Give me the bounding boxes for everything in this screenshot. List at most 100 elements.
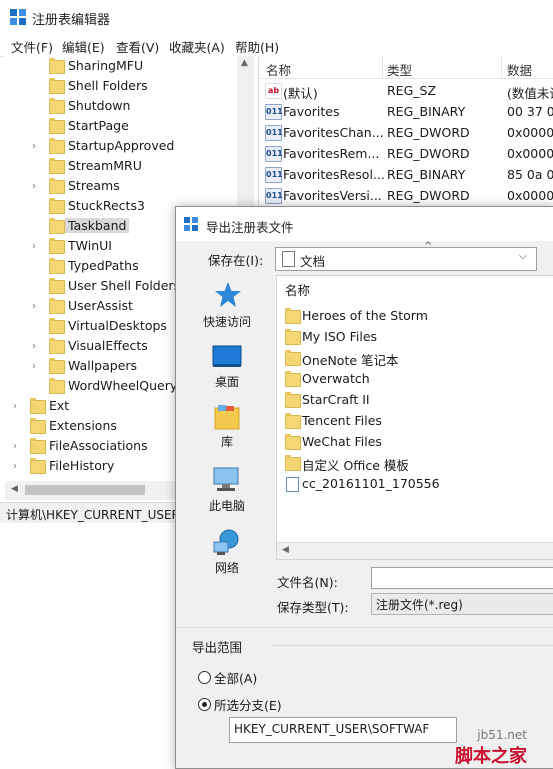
place-desktop[interactable]: 桌面 (192, 343, 262, 393)
value-type: REG_DWORD (387, 188, 470, 203)
value-name: FavoritesVersi... (283, 188, 382, 203)
folder-icon (49, 298, 65, 314)
tree-item[interactable]: › StartupApproved (5, 137, 237, 157)
value-row[interactable]: ab(默认) REG_SZ (数值未设 (260, 80, 553, 101)
tree-item-label: TypedPaths (68, 258, 139, 273)
file-list-item[interactable]: StarCraft II (285, 390, 545, 411)
tree-item-label: VisualEffects (68, 338, 148, 353)
column-data[interactable]: 数据 (507, 60, 532, 79)
folder-icon (285, 329, 301, 345)
file-list-item[interactable]: cc_20161101_170556 (285, 474, 545, 495)
tree-item[interactable]: StartPage (5, 117, 237, 137)
menu-favorites[interactable]: 收藏夹(A) (169, 37, 225, 56)
column-type[interactable]: 类型 (387, 60, 412, 79)
export-registry-dialog: 导出注册表文件 保存在(I): 文档 ⌵ ^ 快速访问 桌面 库 此电脑 网络 … (175, 206, 553, 769)
value-row[interactable]: 011FavoritesChan...REG_DWORD 0x00000 (260, 122, 553, 143)
folder-icon (49, 58, 65, 74)
tree-item[interactable]: StreamMRU (5, 157, 237, 177)
expand-chevron-icon[interactable]: › (29, 361, 39, 372)
file-list-item[interactable]: Overwatch (285, 369, 545, 390)
value-type: REG_DWORD (387, 146, 470, 161)
file-list-item[interactable]: OneNote 笔记本 (285, 348, 545, 369)
filetype-dropdown[interactable]: 注册文件(*.reg) (371, 593, 553, 615)
scroll-left-icon[interactable]: ◀ (282, 545, 289, 555)
expand-chevron-icon[interactable]: › (29, 181, 39, 192)
tree-item-label: StreamMRU (68, 158, 142, 173)
file-name: cc_20161101_170556 (302, 476, 440, 491)
place-label: 网络 (214, 561, 239, 575)
value-name: FavoritesResol... (283, 167, 385, 182)
radio-selected-branch[interactable] (198, 698, 211, 711)
file-name: StarCraft II (302, 392, 370, 407)
place-this-pc[interactable]: 此电脑 (192, 465, 262, 515)
scroll-left-icon[interactable]: ◀ (11, 484, 18, 494)
binary-value-icon: 011 (265, 188, 283, 204)
expand-chevron-icon[interactable]: › (10, 461, 20, 472)
radio-selected-branch-label[interactable]: 所选分支(E) (214, 695, 282, 714)
library-icon (214, 405, 240, 430)
folder-icon (49, 338, 65, 354)
value-row[interactable]: 011FavoritesRem... REG_DWORD 0x00000 (260, 143, 553, 164)
binary-value-icon: 011 (265, 146, 283, 162)
expand-chevron-icon[interactable]: › (10, 441, 20, 452)
watermark-site: jb51.net (477, 728, 527, 742)
file-list-item[interactable]: My ISO Files (285, 327, 545, 348)
scroll-up-icon[interactable]: ▲ (241, 58, 248, 68)
file-list[interactable]: 名称 Heroes of the Storm My ISO Files OneNot… (276, 275, 553, 560)
expand-chevron-icon[interactable]: › (29, 341, 39, 352)
network-icon (213, 529, 239, 555)
folder-icon (49, 318, 65, 334)
file-list-item[interactable]: Heroes of the Storm (285, 306, 545, 327)
value-row[interactable]: 011FavoritesVersi... REG_DWORD 0x00000 (260, 185, 553, 206)
tree-item-label: TWinUI (68, 238, 112, 253)
place-library[interactable]: 库 (192, 403, 262, 453)
save-in-value: 文档 (300, 254, 326, 269)
tree-item[interactable]: SharingMFU (5, 57, 237, 77)
radio-all-label[interactable]: 全部(A) (214, 668, 257, 687)
tree-item-label: StartPage (68, 118, 129, 133)
divider (176, 627, 553, 628)
desktop-icon (212, 345, 242, 367)
tree-item-label: User Shell Folders (68, 278, 181, 293)
menu-help[interactable]: 帮助(H) (235, 37, 279, 56)
tree-item[interactable]: Shell Folders (5, 77, 237, 97)
expand-chevron-icon[interactable]: › (29, 241, 39, 252)
place-network[interactable]: 网络 (192, 527, 262, 577)
scroll-thumb[interactable] (25, 485, 145, 495)
column-name[interactable]: 名称 (285, 280, 310, 299)
value-data: 85 0a 00 (507, 167, 553, 182)
menu-view[interactable]: 查看(V) (116, 37, 159, 56)
reg-file-icon (286, 477, 299, 492)
menu-file[interactable]: 文件(F) (11, 37, 53, 56)
value-row[interactable]: 011FavoritesResol...REG_BINARY 85 0a 00 (260, 164, 553, 185)
filetype-label: 保存类型(T): (277, 600, 349, 615)
site-watermark: jb51.net 脚本之家 (455, 728, 527, 768)
save-in-dropdown[interactable]: 文档 ⌵ (275, 247, 537, 271)
folder-icon (49, 238, 65, 254)
filename-input[interactable] (371, 567, 553, 589)
expand-chevron-icon[interactable]: › (29, 301, 39, 312)
place-label: 此电脑 (208, 499, 245, 513)
file-list-item[interactable]: Tencent Files (285, 411, 545, 432)
file-list-horizontal-scrollbar[interactable]: ◀ (277, 542, 553, 559)
place-quick-access[interactable]: 快速访问 (192, 281, 262, 337)
chevron-down-icon: ⌵ (519, 251, 527, 262)
menu-edit[interactable]: 编辑(E) (62, 37, 105, 56)
expand-chevron-icon[interactable]: › (10, 401, 20, 412)
filetype-value: 注册文件(*.reg) (376, 598, 463, 612)
tree-item[interactable]: Shutdown (5, 97, 237, 117)
file-list-item[interactable]: 自定义 Office 模板 (285, 453, 545, 474)
value-row[interactable]: 011Favorites REG_BINARY 00 37 0a (260, 101, 553, 122)
file-name: 自定义 Office 模板 (302, 458, 409, 473)
selected-branch-input[interactable]: HKEY_CURRENT_USER\SOFTWAF (229, 717, 457, 743)
column-name[interactable]: 名称 (266, 60, 291, 79)
filename-label: 文件名(N): (277, 575, 338, 590)
tree-item-label: SharingMFU (68, 58, 144, 73)
branch-value: HKEY_CURRENT_USER\SOFTWAF (234, 722, 430, 736)
expand-chevron-icon[interactable]: › (29, 141, 39, 152)
radio-all[interactable] (198, 671, 211, 684)
tree-item[interactable]: › Streams (5, 177, 237, 197)
value-type: REG_BINARY (387, 167, 466, 182)
file-list-item[interactable]: WeChat Files (285, 432, 545, 453)
value-data: 0x00000 (507, 146, 553, 161)
